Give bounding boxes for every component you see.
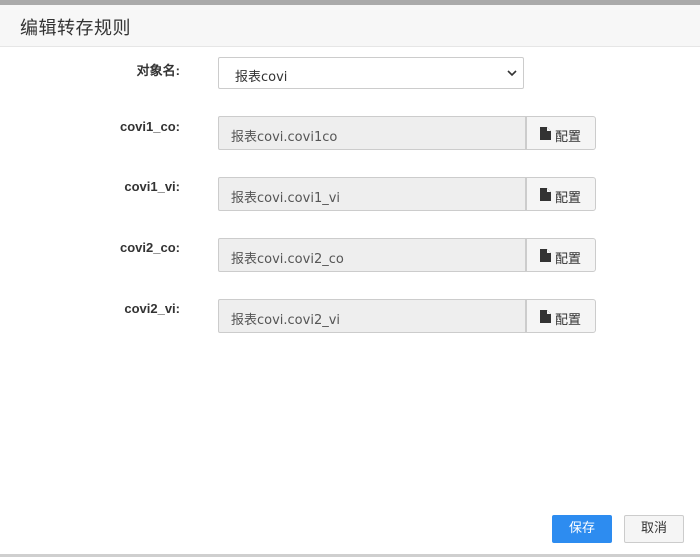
object-name-selected-value: 报表covi: [235, 70, 288, 85]
field-value: 报表covi.covi1_vi: [231, 191, 341, 206]
save-button[interactable]: 保存: [552, 515, 612, 543]
config-button-label: 配置: [555, 313, 582, 328]
field-label-covi2-vi: covi2_vi:: [124, 301, 180, 316]
field-value: 报表covi.covi1co: [231, 130, 338, 145]
config-button-label: 配置: [555, 191, 582, 206]
file-icon: [540, 127, 551, 140]
dialog-title: 编辑转存规则: [20, 18, 131, 39]
config-button-covi2-vi[interactable]: 配置: [526, 299, 596, 333]
file-icon: [540, 310, 551, 323]
config-button-covi2-co[interactable]: 配置: [526, 238, 596, 272]
field-label-covi2-co: covi2_co:: [120, 240, 180, 255]
field-input-covi1-co: 报表covi.covi1co: [218, 116, 526, 150]
file-icon: [540, 188, 551, 201]
config-button-covi1-vi[interactable]: 配置: [526, 177, 596, 211]
field-input-covi1-vi: 报表covi.covi1_vi: [218, 177, 526, 211]
chevron-down-icon: [507, 70, 517, 77]
file-icon: [540, 249, 551, 262]
field-input-covi2-vi: 报表covi.covi2_vi: [218, 299, 526, 333]
dialog-header: 编辑转存规则: [0, 5, 700, 47]
field-value: 报表covi.covi2_vi: [231, 313, 341, 328]
field-value: 报表covi.covi2_co: [231, 252, 344, 267]
cancel-button[interactable]: 取消: [624, 515, 684, 543]
config-button-label: 配置: [555, 252, 582, 267]
field-input-covi2-co: 报表covi.covi2_co: [218, 238, 526, 272]
field-label-covi1-vi: covi1_vi:: [124, 179, 180, 194]
config-button-label: 配置: [555, 130, 582, 145]
field-label-covi1-co: covi1_co:: [120, 119, 180, 134]
object-name-label: 对象名:: [136, 63, 180, 78]
object-name-select[interactable]: 报表covi: [218, 57, 524, 89]
config-button-covi1-co[interactable]: 配置: [526, 116, 596, 150]
